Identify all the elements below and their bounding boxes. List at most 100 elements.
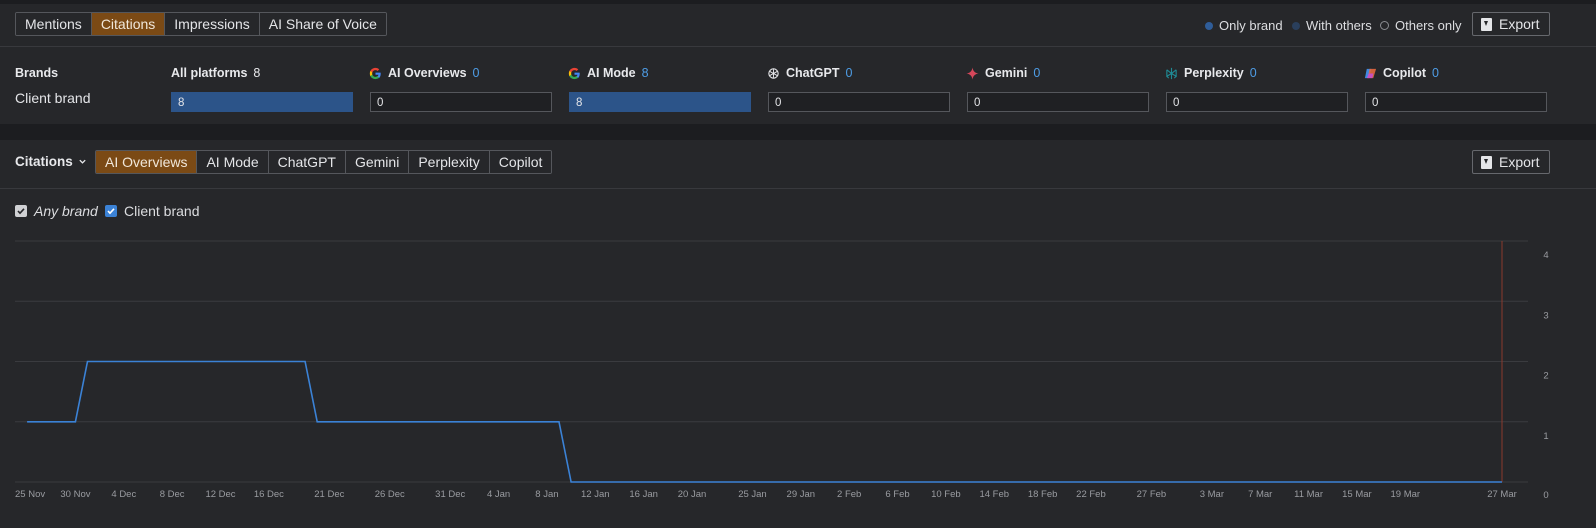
cell-ai-mode: 8 bbox=[569, 92, 751, 112]
brands-header: Brands bbox=[15, 66, 58, 80]
tab-ai-mode[interactable]: AI Mode bbox=[197, 151, 269, 173]
x-tick-label: 3 Mar bbox=[1200, 489, 1224, 500]
tab-mentions[interactable]: Mentions bbox=[16, 13, 92, 35]
cell-copilot: 0 bbox=[1365, 92, 1547, 112]
x-tick-label: 25 Jan bbox=[738, 489, 767, 500]
tab-gemini[interactable]: Gemini bbox=[345, 151, 410, 173]
col-gemini: Gemini 0 bbox=[966, 66, 1040, 80]
tab-chatgpt[interactable]: ChatGPT bbox=[268, 151, 346, 173]
x-tick-label: 31 Dec bbox=[435, 489, 465, 500]
col-count: 0 bbox=[1033, 66, 1041, 80]
platform-tabs: AI Overviews AI Mode ChatGPT Gemini Perp… bbox=[95, 150, 553, 174]
x-tick-label: 14 Feb bbox=[979, 489, 1009, 500]
y-tick-label: 1 bbox=[1543, 431, 1548, 442]
export-button[interactable]: Export bbox=[1472, 12, 1551, 36]
dot-icon bbox=[1205, 21, 1213, 30]
filter-label: Others only bbox=[1395, 18, 1462, 33]
x-tick-label: 19 Mar bbox=[1390, 489, 1420, 500]
summary-panel: Mentions Citations Impressions AI Share … bbox=[0, 4, 1596, 124]
col-all-platforms: All platforms 8 bbox=[171, 66, 260, 80]
x-tick-label: 11 Mar bbox=[1294, 489, 1323, 500]
export-label: Export bbox=[1499, 16, 1540, 32]
col-label: Gemini bbox=[985, 66, 1028, 80]
y-tick-label: 4 bbox=[1543, 250, 1548, 261]
download-icon bbox=[1481, 17, 1492, 31]
x-tick-label: 10 Feb bbox=[931, 489, 961, 500]
col-count: 8 bbox=[253, 66, 261, 80]
chart-export-button[interactable]: Export bbox=[1472, 150, 1551, 174]
x-tick-label: 18 Feb bbox=[1028, 489, 1058, 500]
citations-line-chart: 0 1 2 3 4 25 Nov 30 Nov 4 Dec 8 Dec 12 Dec 16 Dec 2… bbox=[15, 240, 1549, 501]
tab-ai-overviews[interactable]: AI Overviews bbox=[96, 151, 198, 173]
col-ai-mode: AI Mode 8 bbox=[568, 66, 649, 80]
checkbox-label: Any brand bbox=[34, 203, 98, 219]
cell-all-platforms: 8 bbox=[171, 92, 353, 112]
col-count: 0 bbox=[845, 66, 853, 80]
col-count: 8 bbox=[641, 66, 649, 80]
filter-only-brand[interactable]: Only brand bbox=[1205, 18, 1283, 33]
divider bbox=[0, 188, 1596, 189]
row-label-client-brand: Client brand bbox=[15, 90, 91, 106]
x-tick-label: 15 Mar bbox=[1342, 489, 1372, 500]
metric-dropdown[interactable]: Citations bbox=[15, 154, 87, 169]
x-tick-label: 12 Dec bbox=[205, 489, 235, 500]
tab-copilot[interactable]: Copilot bbox=[489, 151, 552, 173]
export-label: Export bbox=[1499, 154, 1540, 170]
col-label: Copilot bbox=[1383, 66, 1427, 80]
cell-gemini: 0 bbox=[967, 92, 1149, 112]
checkbox-label: Client brand bbox=[124, 203, 200, 219]
google-icon bbox=[568, 67, 580, 79]
checkbox-client-brand[interactable]: Client brand bbox=[105, 203, 200, 219]
col-label: AI Mode bbox=[587, 66, 636, 80]
tab-impressions[interactable]: Impressions bbox=[165, 13, 260, 35]
x-tick-label: 20 Jan bbox=[678, 489, 707, 500]
download-icon bbox=[1481, 155, 1492, 169]
x-tick-label: 4 Dec bbox=[111, 489, 136, 500]
x-tick-label: 2 Feb bbox=[837, 489, 861, 500]
x-tick-label: 16 Jan bbox=[629, 489, 658, 500]
col-label: AI Overviews bbox=[388, 66, 467, 80]
col-label: All platforms bbox=[171, 66, 248, 80]
filter-others-only[interactable]: Others only bbox=[1380, 18, 1461, 33]
x-tick-label: 6 Feb bbox=[885, 489, 909, 500]
cell-ai-overviews: 0 bbox=[370, 92, 552, 112]
col-count: 0 bbox=[1432, 66, 1439, 80]
cell-chatgpt: 0 bbox=[768, 92, 950, 112]
x-tick-label: 29 Jan bbox=[787, 489, 816, 500]
brands-header-label: Brands bbox=[15, 66, 59, 80]
tab-citations[interactable]: Citations bbox=[91, 13, 166, 35]
x-tick-label: 27 Mar bbox=[1487, 489, 1517, 500]
col-count: 0 bbox=[472, 66, 480, 80]
y-tick-label: 3 bbox=[1543, 310, 1548, 321]
col-perplexity: Perplexity 0 bbox=[1165, 66, 1257, 80]
tab-perplexity[interactable]: Perplexity bbox=[409, 151, 490, 173]
cell-perplexity: 0 bbox=[1166, 92, 1348, 112]
dot-icon bbox=[1292, 21, 1300, 30]
x-tick-label: 8 Dec bbox=[160, 489, 185, 500]
google-icon bbox=[369, 67, 381, 79]
x-tick-label: 12 Jan bbox=[581, 489, 610, 500]
y-tick-label: 2 bbox=[1543, 371, 1548, 382]
copilot-icon bbox=[1364, 68, 1377, 78]
metric-dropdown-label: Citations bbox=[15, 154, 73, 169]
x-tick-label: 26 Dec bbox=[375, 489, 405, 500]
x-tick-label: 7 Mar bbox=[1248, 489, 1272, 500]
col-copilot: Copilot 0 bbox=[1364, 66, 1439, 80]
chatgpt-icon bbox=[768, 67, 779, 79]
tab-ai-share-of-voice[interactable]: AI Share of Voice bbox=[259, 13, 386, 35]
metric-tabs: Mentions Citations Impressions AI Share … bbox=[15, 12, 387, 36]
checkbox-icon bbox=[15, 205, 27, 217]
x-tick-label: 4 Jan bbox=[487, 489, 510, 500]
x-tick-label: 27 Feb bbox=[1137, 489, 1167, 500]
checkbox-any-brand[interactable]: Any brand bbox=[15, 203, 98, 219]
x-tick-label: 21 Dec bbox=[314, 489, 344, 500]
x-tick-label: 22 Feb bbox=[1076, 489, 1106, 500]
filter-with-others[interactable]: With others bbox=[1292, 18, 1372, 33]
x-tick-label: 8 Jan bbox=[535, 489, 558, 500]
y-tick-label: 0 bbox=[1543, 490, 1548, 501]
filter-label: Only brand bbox=[1219, 18, 1283, 33]
col-chatgpt: ChatGPT 0 bbox=[767, 66, 852, 80]
col-count: 0 bbox=[1249, 66, 1257, 80]
x-tick-label: 16 Dec bbox=[254, 489, 284, 500]
dot-icon bbox=[1380, 21, 1389, 30]
